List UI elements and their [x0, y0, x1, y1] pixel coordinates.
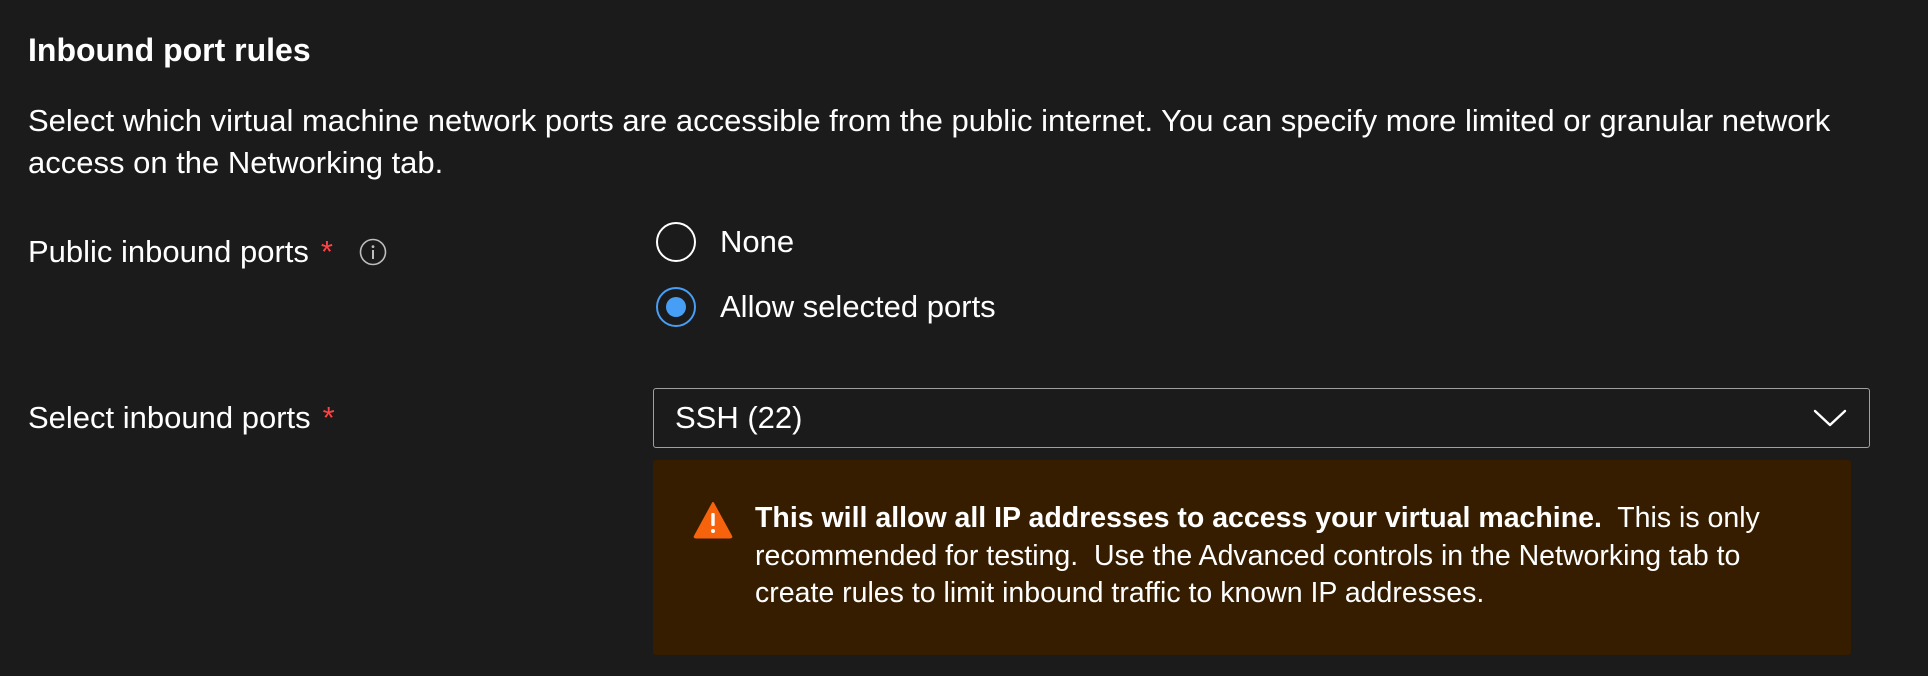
section-description: Select which virtual machine network por… [28, 103, 1831, 180]
public-inbound-ports-radio-group: None Allow selected ports [656, 218, 996, 348]
radio-option-none[interactable]: None [656, 218, 996, 266]
radio-label-allow-selected-ports[interactable]: Allow selected ports [720, 287, 996, 327]
public-inbound-ports-label-row: Public inbound ports * [28, 232, 387, 272]
warning-message-bar: This will allow all IP addresses to acce… [653, 460, 1851, 655]
radio-label-none[interactable]: None [720, 222, 794, 262]
warning-icon [693, 501, 733, 539]
inbound-port-rules-page: Inbound port rules Select which virtual … [0, 0, 1928, 676]
required-asterisk: * [322, 400, 335, 435]
public-inbound-ports-label: Public inbound ports [28, 234, 309, 269]
radio-button-none[interactable] [656, 222, 696, 262]
select-inbound-ports-label: Select inbound ports [28, 400, 311, 435]
chevron-down-icon[interactable] [1813, 408, 1847, 428]
radio-button-allow-selected-ports[interactable] [656, 287, 696, 327]
dropdown-selected-value: SSH (22) [675, 400, 803, 435]
warning-text: This will allow all IP addresses to acce… [755, 500, 1811, 613]
select-inbound-ports-label-row: Select inbound ports * [28, 398, 335, 438]
radio-selected-dot [666, 297, 686, 317]
radio-option-allow-selected-ports[interactable]: Allow selected ports [656, 283, 996, 331]
required-asterisk: * [320, 234, 333, 269]
info-icon[interactable] [359, 238, 387, 266]
warning-bold-text: This will allow all IP addresses to acce… [755, 502, 1602, 534]
select-inbound-ports-dropdown[interactable]: SSH (22) [653, 388, 1870, 448]
section-title: Inbound port rules [28, 32, 311, 68]
